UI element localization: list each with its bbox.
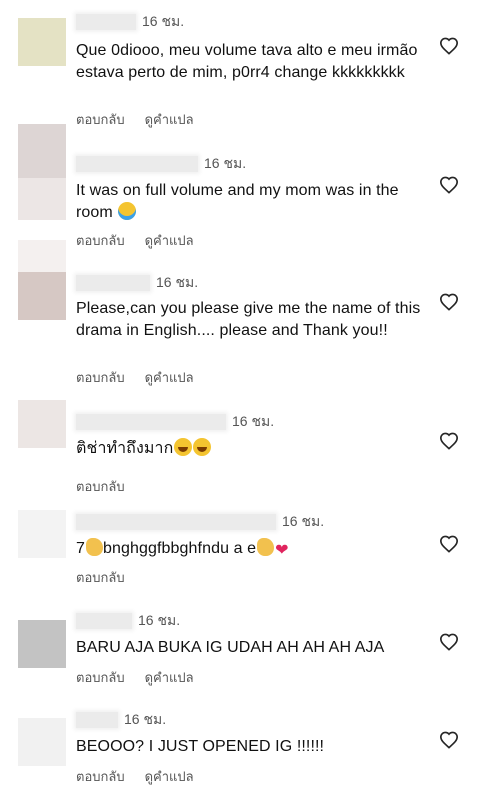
timestamp: 16 ชม. bbox=[142, 13, 185, 29]
comment-1: 16 ชม. Que 0diooo, meu volume tava alto … bbox=[0, 0, 480, 140]
reply-button[interactable]: ตอบกลับ bbox=[76, 476, 125, 497]
comment-actions: ตอบกลับ ดูคำแปล bbox=[76, 367, 194, 388]
timestamp: 16 ชม. bbox=[204, 155, 247, 171]
laughing-face-emoji bbox=[193, 438, 212, 456]
comment-meta: 16 ชม. bbox=[76, 155, 246, 173]
laughing-face-emoji bbox=[174, 438, 193, 456]
timestamp: 16 ชม. bbox=[138, 612, 181, 628]
see-translation-button[interactable]: ดูคำแปล bbox=[145, 109, 194, 130]
username[interactable] bbox=[76, 514, 276, 530]
timestamp: 16 ชม. bbox=[232, 413, 275, 429]
comment-actions: ตอบกลับ ดูคำแปล bbox=[76, 766, 194, 787]
heart-outline-icon[interactable] bbox=[438, 35, 460, 55]
avatar[interactable] bbox=[18, 18, 66, 66]
heart-outline-icon[interactable] bbox=[438, 533, 460, 553]
comment-meta: 16 ชม. bbox=[76, 513, 324, 531]
avatar[interactable] bbox=[18, 400, 66, 448]
comment-meta: 16 ชม. bbox=[76, 413, 274, 431]
comment-2: 16 ชม. It was on full volume and my mom … bbox=[0, 124, 480, 260]
comment-meta: 16 ชม. bbox=[76, 711, 166, 729]
heart-outline-icon[interactable] bbox=[438, 291, 460, 311]
username[interactable] bbox=[76, 414, 226, 430]
comment-meta: 16 ชม. bbox=[76, 274, 198, 292]
heart-outline-icon[interactable] bbox=[438, 174, 460, 194]
timestamp: 16 ชม. bbox=[156, 274, 199, 290]
username[interactable] bbox=[76, 14, 136, 30]
see-translation-button[interactable]: ดูคำแปล bbox=[145, 367, 194, 388]
crying-face-emoji bbox=[118, 202, 137, 220]
reply-button[interactable]: ตอบกลับ bbox=[76, 766, 125, 787]
comment-6: 16 ชม. BARU AJA BUKA IG UDAH AH AH AH AJ… bbox=[0, 605, 480, 705]
username[interactable] bbox=[76, 712, 118, 728]
comment-meta: 16 ชม. bbox=[76, 13, 184, 31]
avatar[interactable] bbox=[18, 240, 66, 320]
avatar[interactable] bbox=[18, 620, 66, 668]
username[interactable] bbox=[76, 275, 150, 291]
username[interactable] bbox=[76, 156, 198, 172]
reply-button[interactable]: ตอบกลับ bbox=[76, 567, 125, 588]
comment-text: Que 0diooo, meu volume tava alto e meu i… bbox=[76, 42, 418, 81]
see-translation-button[interactable]: ดูคำแปล bbox=[145, 766, 194, 787]
comment-7: 16 ชม. BEOOO? I JUST OPENED IG !!!!!! ตอ… bbox=[0, 705, 480, 800]
comment-text: BEOOO? I JUST OPENED IG !!!!!! bbox=[76, 738, 325, 755]
comment-actions: ตอบกลับ ดูคำแปล bbox=[76, 667, 194, 688]
reply-button[interactable]: ตอบกลับ bbox=[76, 109, 125, 130]
comment-text: BARU AJA BUKA IG UDAH AH AH AH AJA bbox=[76, 639, 385, 656]
clapping-hands-emoji bbox=[86, 538, 103, 556]
heart-outline-icon[interactable] bbox=[438, 729, 460, 749]
comment-meta: 16 ชม. bbox=[76, 612, 180, 630]
reply-button[interactable]: ตอบกลับ bbox=[76, 230, 125, 251]
timestamp: 16 ชม. bbox=[124, 711, 167, 727]
comment-text: It was on full volume and my mom was in … bbox=[76, 180, 436, 224]
avatar[interactable] bbox=[18, 510, 66, 558]
username[interactable] bbox=[76, 613, 132, 629]
comment-text: ติช่าทำถึงมาก bbox=[76, 438, 436, 460]
heart-outline-icon[interactable] bbox=[438, 430, 460, 450]
comment-3: 16 ชม. Please,can you please give me the… bbox=[0, 240, 480, 390]
avatar[interactable] bbox=[18, 718, 66, 766]
comment-actions: ตอบกลับ bbox=[76, 476, 125, 497]
avatar[interactable] bbox=[18, 124, 66, 220]
timestamp: 16 ชม. bbox=[282, 513, 325, 529]
clapping-hands-emoji bbox=[257, 538, 275, 556]
comment-actions: ตอบกลับ bbox=[76, 567, 125, 588]
reply-button[interactable]: ตอบกลับ bbox=[76, 367, 125, 388]
comment-5: 16 ชม. 7 bnghggfbbghfndu a e ❤ ตอบกลับ bbox=[0, 505, 480, 605]
comment-actions: ตอบกลับ ดูคำแปล bbox=[76, 230, 194, 251]
comment-text-body: bnghggfbbghfndu a e bbox=[103, 540, 257, 557]
comment-text: Please,can you please give me the name o… bbox=[76, 300, 421, 339]
red-heart-emoji: ❤ bbox=[275, 542, 289, 559]
comment-text: 7 bnghggfbbghfndu a e ❤ bbox=[76, 538, 436, 560]
comment-actions: ตอบกลับ ดูคำแปล bbox=[76, 109, 194, 130]
heart-outline-icon[interactable] bbox=[438, 631, 460, 651]
see-translation-button[interactable]: ดูคำแปล bbox=[145, 667, 194, 688]
reply-button[interactable]: ตอบกลับ bbox=[76, 667, 125, 688]
see-translation-button[interactable]: ดูคำแปล bbox=[145, 230, 194, 251]
comment-text-body: ติช่าทำถึงมาก bbox=[76, 440, 174, 457]
comment-text-start: 7 bbox=[76, 540, 85, 557]
comment-4: 16 ชม. ติช่าทำถึงมาก ตอบกลับ bbox=[0, 390, 480, 505]
